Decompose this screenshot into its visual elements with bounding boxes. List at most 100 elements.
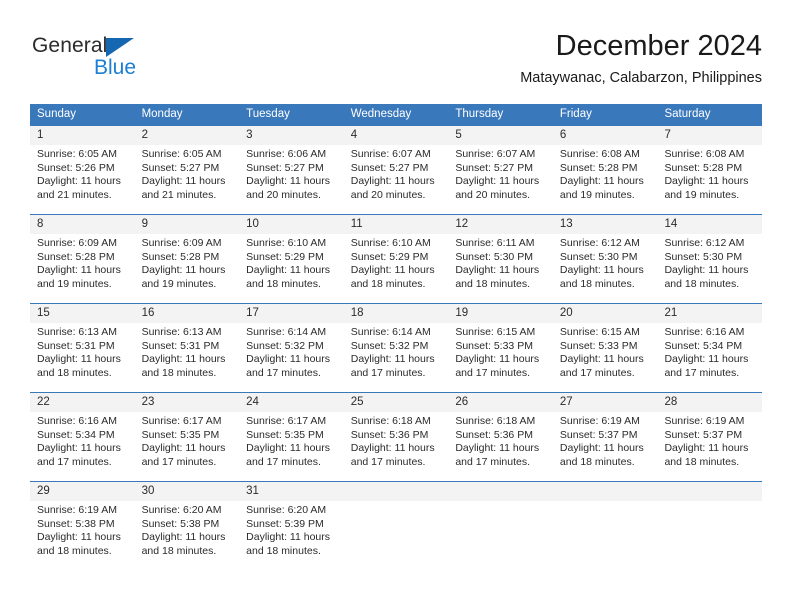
- page-header: General Blue December 2024 Mataywanac, C…: [30, 28, 762, 96]
- sunset-text: Sunset: 5:28 PM: [37, 250, 115, 263]
- day-cell[interactable]: 9 Sunrise: 6:09 AM Sunset: 5:28 PM Dayli…: [134, 215, 240, 303]
- sunrise-text: Sunrise: 6:10 AM: [350, 237, 431, 249]
- day-cell[interactable]: 10 Sunrise: 6:10 AM Sunset: 5:29 PM Dayl…: [239, 215, 344, 303]
- day-info: Sunrise: 6:08 AM Sunset: 5:28 PM Dayligh…: [657, 145, 762, 202]
- day-cell[interactable]: 24 Sunrise: 6:17 AM Sunset: 5:35 PM Dayl…: [239, 393, 344, 481]
- daylight-text-line2: and 18 minutes.: [559, 455, 635, 468]
- day-info: Sunrise: 6:19 AM Sunset: 5:37 PM Dayligh…: [657, 412, 762, 469]
- sunrise-text: Sunrise: 6:17 AM: [141, 415, 222, 427]
- day-cell[interactable]: 17 Sunrise: 6:14 AM Sunset: 5:32 PM Dayl…: [239, 304, 344, 392]
- daylight-text-line1: Daylight: 11 hours: [455, 264, 540, 277]
- daylight-text-line2: and 20 minutes.: [246, 188, 321, 201]
- sunset-text: Sunset: 5:39 PM: [246, 517, 324, 530]
- sunset-text: Sunset: 5:34 PM: [664, 339, 743, 352]
- sunrise-text: Sunrise: 6:05 AM: [141, 148, 222, 160]
- day-cell[interactable]: 19 Sunrise: 6:15 AM Sunset: 5:33 PM Dayl…: [448, 304, 553, 392]
- day-cell[interactable]: 23 Sunrise: 6:17 AM Sunset: 5:35 PM Dayl…: [134, 393, 240, 481]
- daylight-text-line1: Daylight: 11 hours: [246, 531, 331, 544]
- sunset-text: Sunset: 5:38 PM: [141, 517, 220, 530]
- daylight-text-line2: and 18 minutes.: [350, 277, 426, 290]
- day-number: 21: [657, 304, 763, 323]
- day-cell[interactable]: 14 Sunrise: 6:12 AM Sunset: 5:30 PM Dayl…: [657, 215, 763, 303]
- day-number: 3: [239, 126, 344, 145]
- weekday-friday: Friday: [559, 108, 592, 120]
- daylight-text-line1: Daylight: 11 hours: [141, 264, 226, 277]
- weekday-sunday: Sunday: [37, 108, 77, 120]
- day-info: Sunrise: 6:20 AM Sunset: 5:38 PM Dayligh…: [135, 501, 240, 558]
- day-cell[interactable]: 28 Sunrise: 6:19 AM Sunset: 5:37 PM Dayl…: [657, 393, 763, 481]
- sunset-text: Sunset: 5:29 PM: [350, 250, 429, 263]
- day-number: 17: [239, 304, 344, 323]
- day-info: Sunrise: 6:19 AM Sunset: 5:38 PM Dayligh…: [30, 501, 135, 558]
- daylight-text-line2: and 17 minutes.: [37, 455, 112, 468]
- daylight-text-line1: Daylight: 11 hours: [37, 264, 121, 277]
- generalblue-logo[interactable]: General Blue: [32, 34, 182, 86]
- sunrise-text: Sunrise: 6:14 AM: [246, 326, 327, 338]
- day-cell[interactable]: 2 Sunrise: 6:05 AM Sunset: 5:27 PM Dayli…: [134, 126, 240, 214]
- day-number: 8: [30, 215, 135, 234]
- day-number: 27: [552, 393, 658, 412]
- day-cell[interactable]: 26 Sunrise: 6:18 AM Sunset: 5:36 PM Dayl…: [448, 393, 553, 481]
- day-number: 31: [239, 482, 344, 501]
- sunrise-text: Sunrise: 6:18 AM: [455, 415, 536, 427]
- day-number: 6: [552, 126, 658, 145]
- day-info: Sunrise: 6:05 AM Sunset: 5:26 PM Dayligh…: [30, 145, 135, 202]
- day-info: Sunrise: 6:14 AM Sunset: 5:32 PM Dayligh…: [239, 323, 344, 380]
- day-cell[interactable]: 21 Sunrise: 6:16 AM Sunset: 5:34 PM Dayl…: [657, 304, 763, 392]
- blue-triangle-icon: [106, 38, 134, 57]
- day-cell[interactable]: 16 Sunrise: 6:13 AM Sunset: 5:31 PM Dayl…: [134, 304, 240, 392]
- day-cell[interactable]: 30 Sunrise: 6:20 AM Sunset: 5:38 PM Dayl…: [134, 482, 240, 561]
- day-cell[interactable]: 3 Sunrise: 6:06 AM Sunset: 5:27 PM Dayli…: [239, 126, 344, 214]
- weekday-monday: Monday: [141, 108, 183, 120]
- day-cell[interactable]: 4 Sunrise: 6:07 AM Sunset: 5:27 PM Dayli…: [343, 126, 449, 214]
- day-cell[interactable]: 29 Sunrise: 6:19 AM Sunset: 5:38 PM Dayl…: [30, 482, 135, 561]
- sunset-text: Sunset: 5:37 PM: [559, 428, 638, 441]
- daylight-text-line2: and 21 minutes.: [141, 188, 217, 201]
- sunrise-text: Sunrise: 6:09 AM: [141, 237, 222, 249]
- sunrise-text: Sunrise: 6:12 AM: [559, 237, 640, 249]
- day-number: 26: [448, 393, 553, 412]
- day-number: [448, 482, 553, 501]
- day-cell[interactable]: 12 Sunrise: 6:11 AM Sunset: 5:30 PM Dayl…: [448, 215, 553, 303]
- daylight-text-line1: Daylight: 11 hours: [455, 353, 540, 366]
- day-cell[interactable]: 6 Sunrise: 6:08 AM Sunset: 5:28 PM Dayli…: [552, 126, 658, 214]
- daylight-text-line1: Daylight: 11 hours: [664, 175, 749, 188]
- daylight-text-line1: Daylight: 11 hours: [559, 442, 644, 455]
- sunrise-text: Sunrise: 6:08 AM: [664, 148, 745, 160]
- day-cell[interactable]: 31 Sunrise: 6:20 AM Sunset: 5:39 PM Dayl…: [239, 482, 344, 561]
- daylight-text-line2: and 20 minutes.: [350, 188, 426, 201]
- daylight-text-line1: Daylight: 11 hours: [350, 442, 435, 455]
- day-cell[interactable]: 11 Sunrise: 6:10 AM Sunset: 5:29 PM Dayl…: [343, 215, 449, 303]
- day-number: 5: [448, 126, 553, 145]
- day-cell[interactable]: 8 Sunrise: 6:09 AM Sunset: 5:28 PM Dayli…: [30, 215, 135, 303]
- day-cell[interactable]: 5 Sunrise: 6:07 AM Sunset: 5:27 PM Dayli…: [448, 126, 553, 214]
- day-info: Sunrise: 6:15 AM Sunset: 5:33 PM Dayligh…: [553, 323, 658, 380]
- week-row: 1 Sunrise: 6:05 AM Sunset: 5:26 PM Dayli…: [30, 125, 763, 214]
- daylight-text-line1: Daylight: 11 hours: [559, 264, 644, 277]
- sunrise-text: Sunrise: 6:08 AM: [559, 148, 640, 160]
- sunrise-text: Sunrise: 6:19 AM: [664, 415, 745, 427]
- sunset-text: Sunset: 5:30 PM: [559, 250, 638, 263]
- sunrise-text: Sunrise: 6:15 AM: [559, 326, 640, 338]
- day-cell[interactable]: 25 Sunrise: 6:18 AM Sunset: 5:36 PM Dayl…: [343, 393, 449, 481]
- daylight-text-line1: Daylight: 11 hours: [350, 264, 435, 277]
- sunrise-text: Sunrise: 6:11 AM: [455, 237, 535, 249]
- daylight-text-line2: and 17 minutes.: [559, 366, 635, 379]
- daylight-text-line2: and 18 minutes.: [246, 277, 321, 290]
- sunrise-text: Sunrise: 6:13 AM: [141, 326, 222, 338]
- day-cell[interactable]: 7 Sunrise: 6:08 AM Sunset: 5:28 PM Dayli…: [657, 126, 763, 214]
- weekday-tuesday: Tuesday: [246, 108, 290, 120]
- sunset-text: Sunset: 5:31 PM: [37, 339, 115, 352]
- day-cell[interactable]: 1 Sunrise: 6:05 AM Sunset: 5:26 PM Dayli…: [30, 126, 135, 214]
- day-number: 25: [343, 393, 449, 412]
- week-row: 22 Sunrise: 6:16 AM Sunset: 5:34 PM Dayl…: [30, 392, 763, 481]
- sunrise-text: Sunrise: 6:19 AM: [37, 504, 117, 516]
- daylight-text-line2: and 17 minutes.: [246, 366, 321, 379]
- day-cell[interactable]: 13 Sunrise: 6:12 AM Sunset: 5:30 PM Dayl…: [552, 215, 658, 303]
- day-cell[interactable]: 27 Sunrise: 6:19 AM Sunset: 5:37 PM Dayl…: [552, 393, 658, 481]
- day-cell[interactable]: 15 Sunrise: 6:13 AM Sunset: 5:31 PM Dayl…: [30, 304, 135, 392]
- day-cell[interactable]: 20 Sunrise: 6:15 AM Sunset: 5:33 PM Dayl…: [552, 304, 658, 392]
- day-cell[interactable]: 18 Sunrise: 6:14 AM Sunset: 5:32 PM Dayl…: [343, 304, 449, 392]
- day-cell[interactable]: 22 Sunrise: 6:16 AM Sunset: 5:34 PM Dayl…: [30, 393, 135, 481]
- sunrise-text: Sunrise: 6:20 AM: [246, 504, 327, 516]
